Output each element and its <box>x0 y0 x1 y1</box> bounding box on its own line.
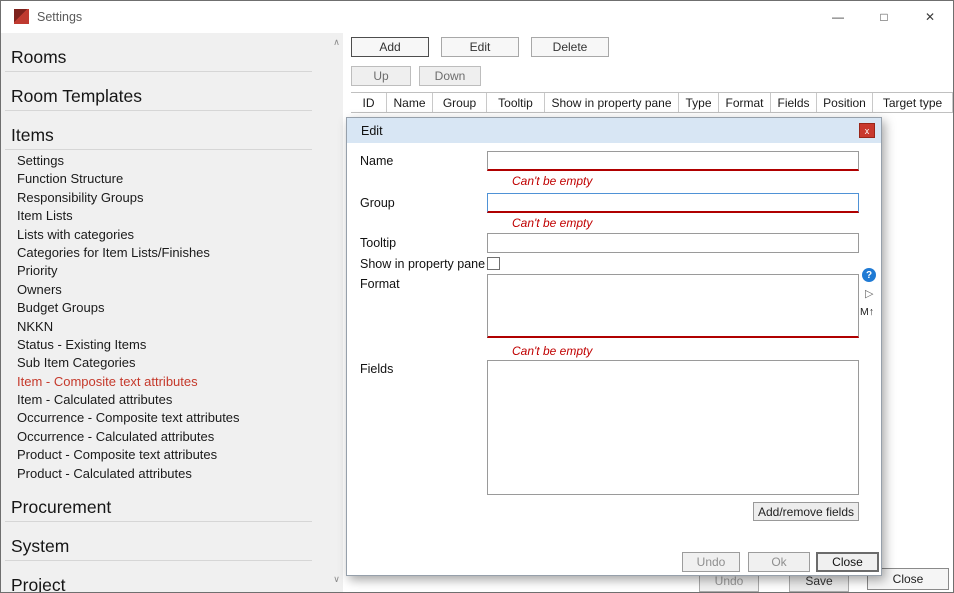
edit-dialog-titlebar: Edit <box>347 118 881 143</box>
dialog-undo-button[interactable]: Undo <box>682 552 740 572</box>
sidebar-section-room-templates[interactable]: Room Templates <box>5 80 312 111</box>
run-preview-icon[interactable]: ▷ <box>865 287 873 300</box>
titlebar: Settings — □ ✕ <box>1 1 953 33</box>
group-label: Group <box>360 196 395 210</box>
sidebar-item-item-calculated-attributes[interactable]: Item - Calculated attributes <box>1 391 330 409</box>
sidebar-section-system[interactable]: System <box>5 530 312 561</box>
maximize-icon: □ <box>880 10 887 24</box>
sidebar-section-procurement[interactable]: Procurement <box>5 491 312 522</box>
sidebar-item-status-existing-items[interactable]: Status - Existing Items <box>1 336 330 354</box>
settings-window: Settings — □ ✕ Rooms Room Templates Item… <box>0 0 954 593</box>
table-header: ID Name Group Tooltip Show in property p… <box>351 92 953 113</box>
sidebar-item-occurrence-calculated-attributes[interactable]: Occurrence - Calculated attributes <box>1 428 330 446</box>
column-header-name: Name <box>387 93 433 112</box>
dialog-ok-button[interactable]: Ok <box>748 552 810 572</box>
format-error-text: Can't be empty <box>512 344 592 358</box>
add-button[interactable]: Add <box>351 37 429 57</box>
sidebar-item-priority[interactable]: Priority <box>1 262 330 280</box>
show-in-property-pane-label: Show in property pane <box>360 257 485 271</box>
sidebar-item-function-structure[interactable]: Function Structure <box>1 170 330 188</box>
sidebar-item-product-composite-text-attributes[interactable]: Product - Composite text attributes <box>1 446 330 464</box>
edit-dialog: Edit x Name Can't be empty Group Can't b… <box>346 117 882 576</box>
column-header-tooltip: Tooltip <box>487 93 545 112</box>
sidebar-item-sub-item-categories[interactable]: Sub Item Categories <box>1 354 330 372</box>
tooltip-label: Tooltip <box>360 236 396 250</box>
sidebar-item-lists-with-categories[interactable]: Lists with categories <box>1 226 330 244</box>
maximize-button[interactable]: □ <box>861 1 907 33</box>
edit-dialog-title: Edit <box>361 124 383 138</box>
name-error-text: Can't be empty <box>512 174 592 188</box>
close-icon: ✕ <box>925 10 935 24</box>
window-controls: — □ ✕ <box>815 1 953 33</box>
show-in-property-pane-checkbox[interactable] <box>487 257 500 270</box>
down-button[interactable]: Down <box>419 66 481 86</box>
edit-dialog-close-button[interactable]: x <box>859 123 875 138</box>
scroll-up-icon[interactable]: ∧ <box>330 35 343 49</box>
delete-button[interactable]: Delete <box>531 37 609 57</box>
sidebar-section-items[interactable]: Items <box>5 119 312 150</box>
minimize-icon: — <box>832 10 844 24</box>
column-header-format: Format <box>719 93 771 112</box>
sidebar-item-item-lists[interactable]: Item Lists <box>1 207 330 225</box>
sidebar: Rooms Room Templates Items Settings Func… <box>1 33 330 592</box>
sidebar-section-project[interactable]: Project <box>5 569 312 592</box>
sidebar-item-budget-groups[interactable]: Budget Groups <box>1 299 330 317</box>
sidebar-item-occurrence-composite-text-attributes[interactable]: Occurrence - Composite text attributes <box>1 409 330 427</box>
sidebar-item-owners[interactable]: Owners <box>1 281 330 299</box>
close-window-button[interactable]: ✕ <box>907 1 953 33</box>
scroll-down-icon[interactable]: ∨ <box>330 572 343 586</box>
column-header-group: Group <box>433 93 487 112</box>
name-input[interactable] <box>487 151 859 171</box>
tooltip-input[interactable] <box>487 233 859 253</box>
app-icon <box>14 9 29 24</box>
help-icon[interactable]: ? <box>862 268 876 282</box>
macro-up-icon[interactable]: M↑ <box>860 306 874 318</box>
group-error-text: Can't be empty <box>512 216 592 230</box>
group-input[interactable] <box>487 193 859 213</box>
name-label: Name <box>360 154 393 168</box>
sidebar-items-list: Settings Function Structure Responsibili… <box>1 152 330 483</box>
column-header-position: Position <box>817 93 873 112</box>
window-title: Settings <box>37 10 82 24</box>
minimize-button[interactable]: — <box>815 1 861 33</box>
column-header-show-in-property-pane: Show in property pane <box>545 93 679 112</box>
dialog-close-button[interactable]: Close <box>816 552 879 572</box>
add-remove-fields-button[interactable]: Add/remove fields <box>753 502 859 521</box>
fields-label: Fields <box>360 362 393 376</box>
edit-button[interactable]: Edit <box>441 37 519 57</box>
sidebar-item-nkkn[interactable]: NKKN <box>1 318 330 336</box>
sidebar-scrollbar[interactable]: ∧ ∨ <box>330 33 343 592</box>
fields-textarea[interactable] <box>487 360 859 495</box>
sidebar-item-item-composite-text-attributes[interactable]: Item - Composite text attributes <box>1 373 330 391</box>
format-textarea[interactable] <box>487 274 859 338</box>
column-header-target-type: Target type <box>873 93 953 112</box>
dialog-close-icon: x <box>865 126 870 136</box>
sidebar-item-categories-for-item-lists-finishes[interactable]: Categories for Item Lists/Finishes <box>1 244 330 262</box>
sidebar-item-settings[interactable]: Settings <box>1 152 330 170</box>
column-header-id: ID <box>351 93 387 112</box>
column-header-fields: Fields <box>771 93 817 112</box>
up-button[interactable]: Up <box>351 66 411 86</box>
sidebar-item-responsibility-groups[interactable]: Responsibility Groups <box>1 189 330 207</box>
format-label: Format <box>360 277 400 291</box>
column-header-type: Type <box>679 93 719 112</box>
sidebar-item-product-calculated-attributes[interactable]: Product - Calculated attributes <box>1 465 330 483</box>
sidebar-section-rooms[interactable]: Rooms <box>5 41 312 72</box>
